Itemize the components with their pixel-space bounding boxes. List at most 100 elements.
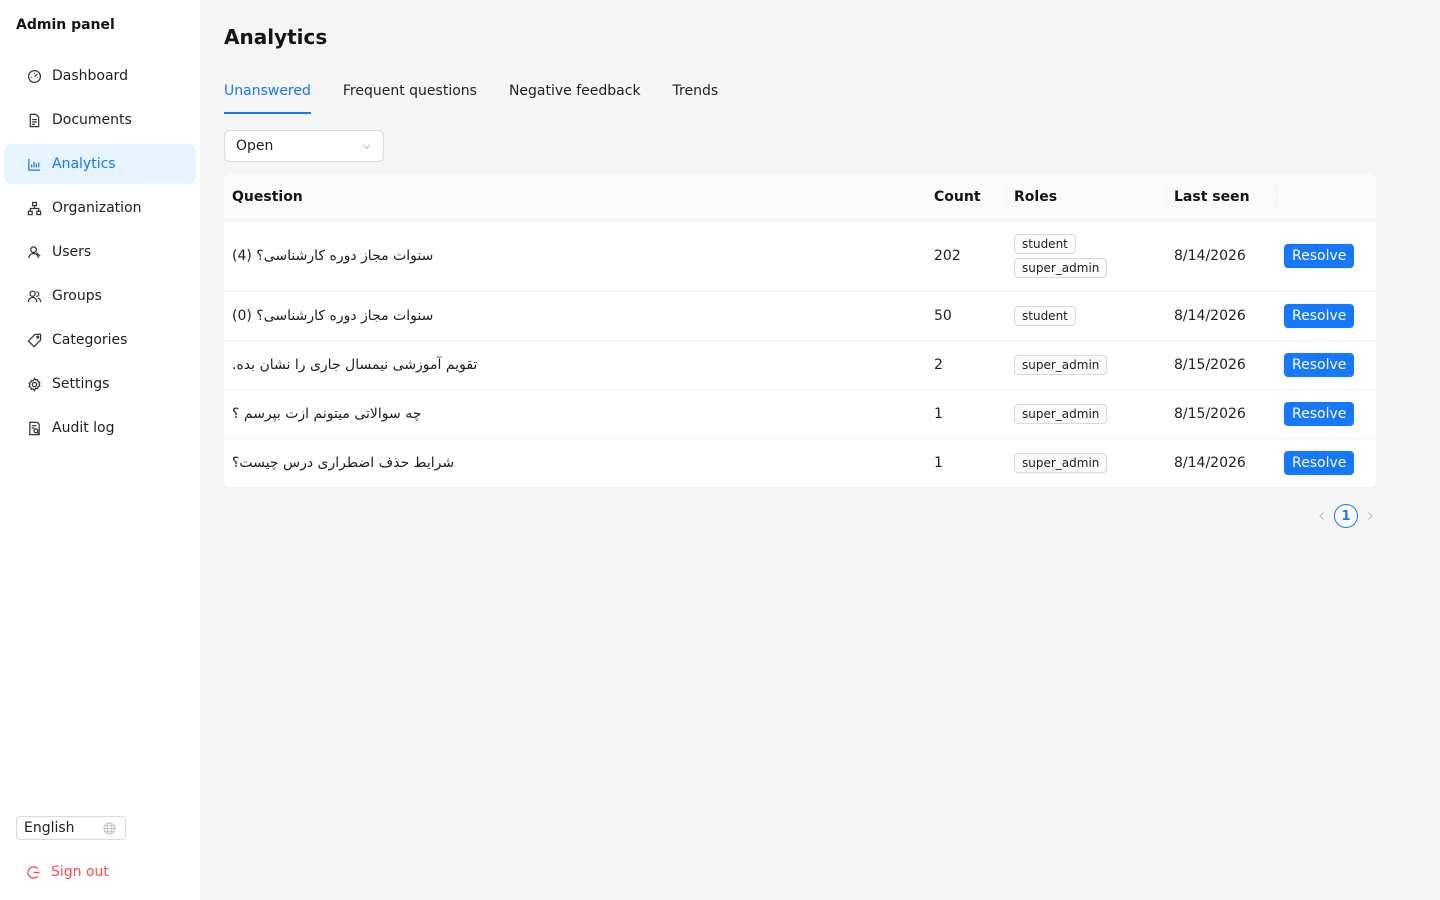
file-icon — [26, 112, 42, 128]
sidebar-item-label: Organization — [52, 200, 142, 216]
sidebar-title: Admin panel — [16, 17, 115, 33]
question-text: سنوات مجاز دوره کارشناسی؟ (4) — [232, 248, 434, 264]
table-row: شرایط حذف اضطراری درس چیست؟ 1 super_admi… — [224, 439, 1376, 488]
audit-icon — [26, 420, 42, 436]
sidebar-item-label: Settings — [52, 376, 110, 392]
sidebar-item-settings[interactable]: Settings — [4, 364, 196, 404]
count-cell: 2 — [934, 357, 943, 373]
table-row: سنوات مجاز دوره کارشناسی؟ (0) 50 student… — [224, 292, 1376, 341]
sign-out-label: Sign out — [51, 864, 109, 880]
sidebar-item-users[interactable]: Users — [4, 232, 196, 272]
column-header-question: Question — [232, 188, 303, 205]
sidebar-item-categories[interactable]: Categories — [4, 320, 196, 360]
count-cell: 202 — [934, 248, 961, 264]
status-filter-value: Open — [236, 138, 274, 154]
question-cell: سنوات مجاز دوره کارشناسی؟ (0) — [224, 308, 926, 324]
tab-trends[interactable]: Trends — [673, 80, 719, 114]
last-seen-cell: 8/15/2026 — [1174, 357, 1246, 373]
org-chart-icon — [26, 200, 42, 216]
sidebar-item-documents[interactable]: Documents — [4, 100, 196, 140]
sidebar-item-dashboard[interactable]: Dashboard — [4, 56, 196, 96]
role-tag: super_admin — [1014, 258, 1108, 278]
table-row: تقویم آموزشی نیمسال جاری را نشان بده. 2 … — [224, 341, 1376, 390]
sidebar-item-label: Dashboard — [52, 68, 128, 84]
language-select[interactable]: English — [16, 816, 126, 840]
question-cell: سنوات مجاز دوره کارشناسی؟ (4) — [224, 248, 926, 264]
column-header-actions — [1276, 173, 1376, 221]
tab-negative-feedback[interactable]: Negative feedback — [509, 80, 641, 114]
resolve-button[interactable]: Resolve — [1284, 402, 1355, 426]
action-cell: Resolve — [1276, 402, 1376, 426]
status-filter-select[interactable]: Open — [224, 130, 384, 162]
prev-page-button[interactable] — [1310, 504, 1334, 528]
resolve-button[interactable]: Resolve — [1284, 451, 1355, 475]
pagination: 1 — [1310, 504, 1382, 528]
sidebar-item-analytics[interactable]: Analytics — [4, 144, 196, 184]
sidebar-nav: Dashboard Documents Analytics Organizati… — [4, 56, 196, 452]
action-cell: Resolve — [1276, 244, 1376, 268]
role-tag: super_admin — [1014, 404, 1108, 424]
count-cell: 1 — [934, 455, 943, 471]
gear-icon — [26, 376, 42, 392]
sidebar: Admin panel Dashboard Documents Analytic… — [0, 0, 200, 900]
bar-chart-icon — [26, 156, 42, 172]
chevron-down-icon — [362, 144, 371, 150]
tab-frequent-questions[interactable]: Frequent questions — [343, 80, 477, 114]
last-seen-cell: 8/14/2026 — [1174, 308, 1246, 324]
chevron-left-icon — [1319, 512, 1324, 520]
role-tag: super_admin — [1014, 355, 1108, 375]
sidebar-item-label: Documents — [52, 112, 132, 128]
last-seen-cell: 8/14/2026 — [1174, 455, 1246, 471]
action-cell: Resolve — [1276, 304, 1376, 328]
action-cell: Resolve — [1276, 451, 1376, 475]
question-text: چه سوالاتی میتونم ازت بپرسم ؟ — [232, 406, 422, 422]
sidebar-item-groups[interactable]: Groups — [4, 276, 196, 316]
resolve-button[interactable]: Resolve — [1284, 304, 1355, 328]
question-text: تقویم آموزشی نیمسال جاری را نشان بده. — [232, 357, 478, 373]
sign-out-button[interactable]: Sign out — [26, 864, 109, 880]
team-icon — [26, 288, 42, 304]
resolve-button[interactable]: Resolve — [1284, 353, 1355, 377]
role-tag: student — [1014, 306, 1076, 326]
last-seen-cell: 8/14/2026 — [1174, 248, 1246, 264]
page-1-button[interactable]: 1 — [1334, 504, 1358, 528]
page-title: Analytics — [224, 25, 328, 49]
logout-icon — [27, 865, 40, 879]
sidebar-item-label: Users — [52, 244, 92, 260]
roles-cell: student super_admin — [1006, 232, 1166, 280]
table-row: سنوات مجاز دوره کارشناسی؟ (4) 202 studen… — [224, 221, 1376, 292]
dashboard-icon — [26, 68, 42, 84]
count-cell: 50 — [934, 308, 952, 324]
roles-cell: student — [1006, 304, 1166, 328]
sidebar-item-organization[interactable]: Organization — [4, 188, 196, 228]
role-tag: student — [1014, 234, 1076, 254]
column-header-last-seen: Last seen — [1166, 173, 1276, 221]
count-cell: 1 — [934, 406, 943, 422]
column-header-roles: Roles — [1006, 173, 1166, 221]
table-header: Question Count Roles Last seen — [224, 173, 1376, 221]
role-tag: super_admin — [1014, 453, 1108, 473]
roles-cell: super_admin — [1006, 353, 1166, 377]
language-value: English — [24, 820, 75, 836]
sidebar-item-label: Audit log — [52, 420, 115, 436]
tab-unanswered[interactable]: Unanswered — [224, 80, 311, 114]
globe-icon — [103, 822, 116, 835]
sidebar-item-label: Groups — [52, 288, 102, 304]
next-page-button[interactable] — [1358, 504, 1382, 528]
roles-cell: super_admin — [1006, 451, 1166, 475]
tab-bar: Unanswered Frequent questions Negative f… — [224, 80, 750, 114]
user-icon — [26, 244, 42, 260]
unanswered-table: Question Count Roles Last seen سنوات مجا… — [224, 173, 1376, 488]
question-cell: شرایط حذف اضطراری درس چیست؟ — [224, 455, 926, 471]
roles-cell: super_admin — [1006, 402, 1166, 426]
sidebar-item-label: Analytics — [52, 156, 116, 172]
action-cell: Resolve — [1276, 353, 1376, 377]
sidebar-item-audit-log[interactable]: Audit log — [4, 408, 196, 448]
resolve-button[interactable]: Resolve — [1284, 244, 1355, 268]
table-row: چه سوالاتی میتونم ازت بپرسم ؟ 1 super_ad… — [224, 390, 1376, 439]
chevron-right-icon — [1368, 512, 1373, 520]
question-cell: تقویم آموزشی نیمسال جاری را نشان بده. — [224, 357, 926, 373]
question-text: سنوات مجاز دوره کارشناسی؟ (0) — [232, 308, 434, 324]
sidebar-item-label: Categories — [52, 332, 128, 348]
column-header-count: Count — [934, 188, 981, 205]
